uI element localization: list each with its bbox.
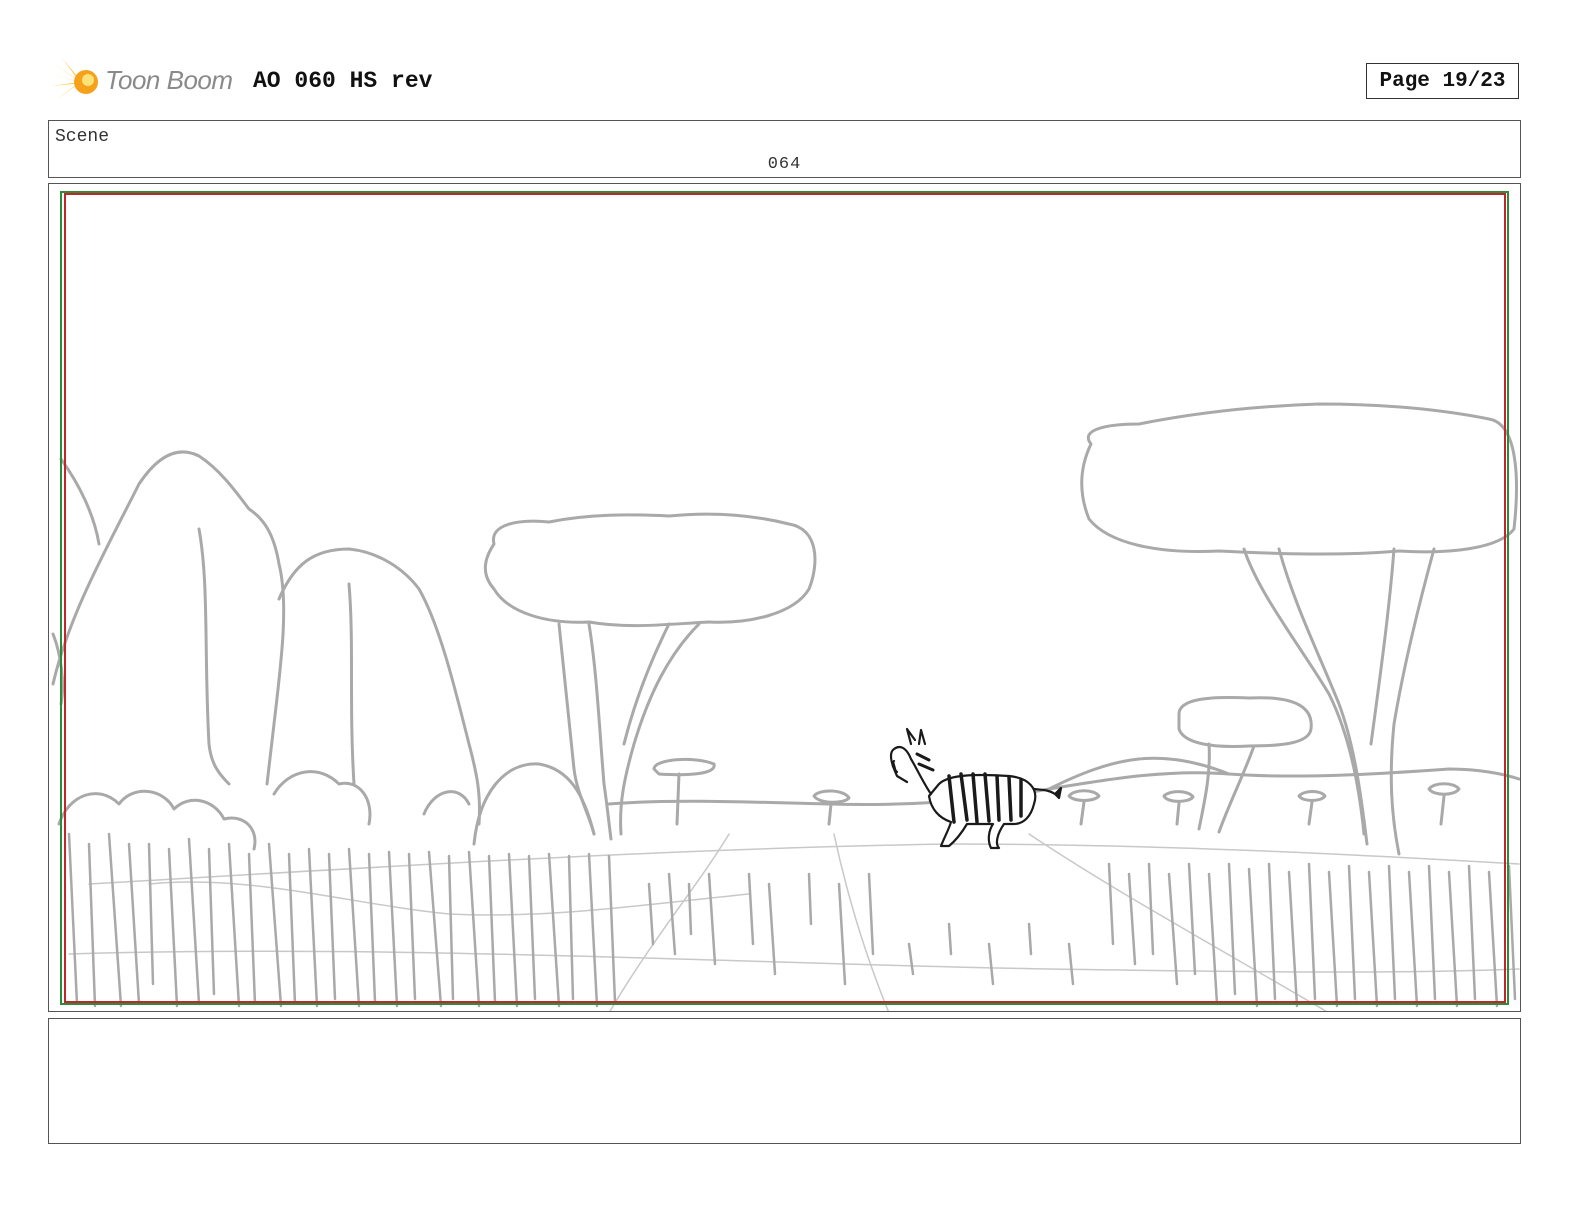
logo-text: Toon Boom xyxy=(105,65,233,95)
scene-field: Scene 064 xyxy=(48,120,1521,178)
acacia-right-trunk-right xyxy=(1389,547,1436,856)
rock-left-inner xyxy=(197,527,231,786)
toon-boom-logo: Toon Boom xyxy=(50,56,240,108)
sunburst-icon xyxy=(50,58,98,106)
ground-perspective-lines xyxy=(68,833,1520,1011)
acacia-middle-trunk-left xyxy=(557,622,596,836)
page-header: Toon Boom AO 060 HS rev Page 19/23 xyxy=(0,0,1582,118)
acacia-middle-canopy xyxy=(483,512,817,628)
grass-strokes xyxy=(67,832,1517,1008)
zebra-figure xyxy=(889,727,1063,850)
tiny-tree xyxy=(652,758,716,826)
scene-number: 064 xyxy=(767,155,802,174)
acacia-small-canopy xyxy=(1177,695,1313,748)
rock-middle-edge xyxy=(347,582,356,786)
document-title: AO 060 HS rev xyxy=(253,68,433,94)
panel-notes-field xyxy=(48,1018,1521,1144)
bushes-left xyxy=(57,789,257,851)
page-indicator: Page 19/23 xyxy=(1366,63,1519,99)
acacia-right-canopy xyxy=(1080,402,1518,556)
horizon-line xyxy=(607,767,1520,806)
rock-middle xyxy=(277,547,481,826)
savanna-sketch-drawing xyxy=(51,191,1520,1011)
storyboard-panel xyxy=(48,183,1521,1012)
scene-label: Scene xyxy=(55,127,110,147)
